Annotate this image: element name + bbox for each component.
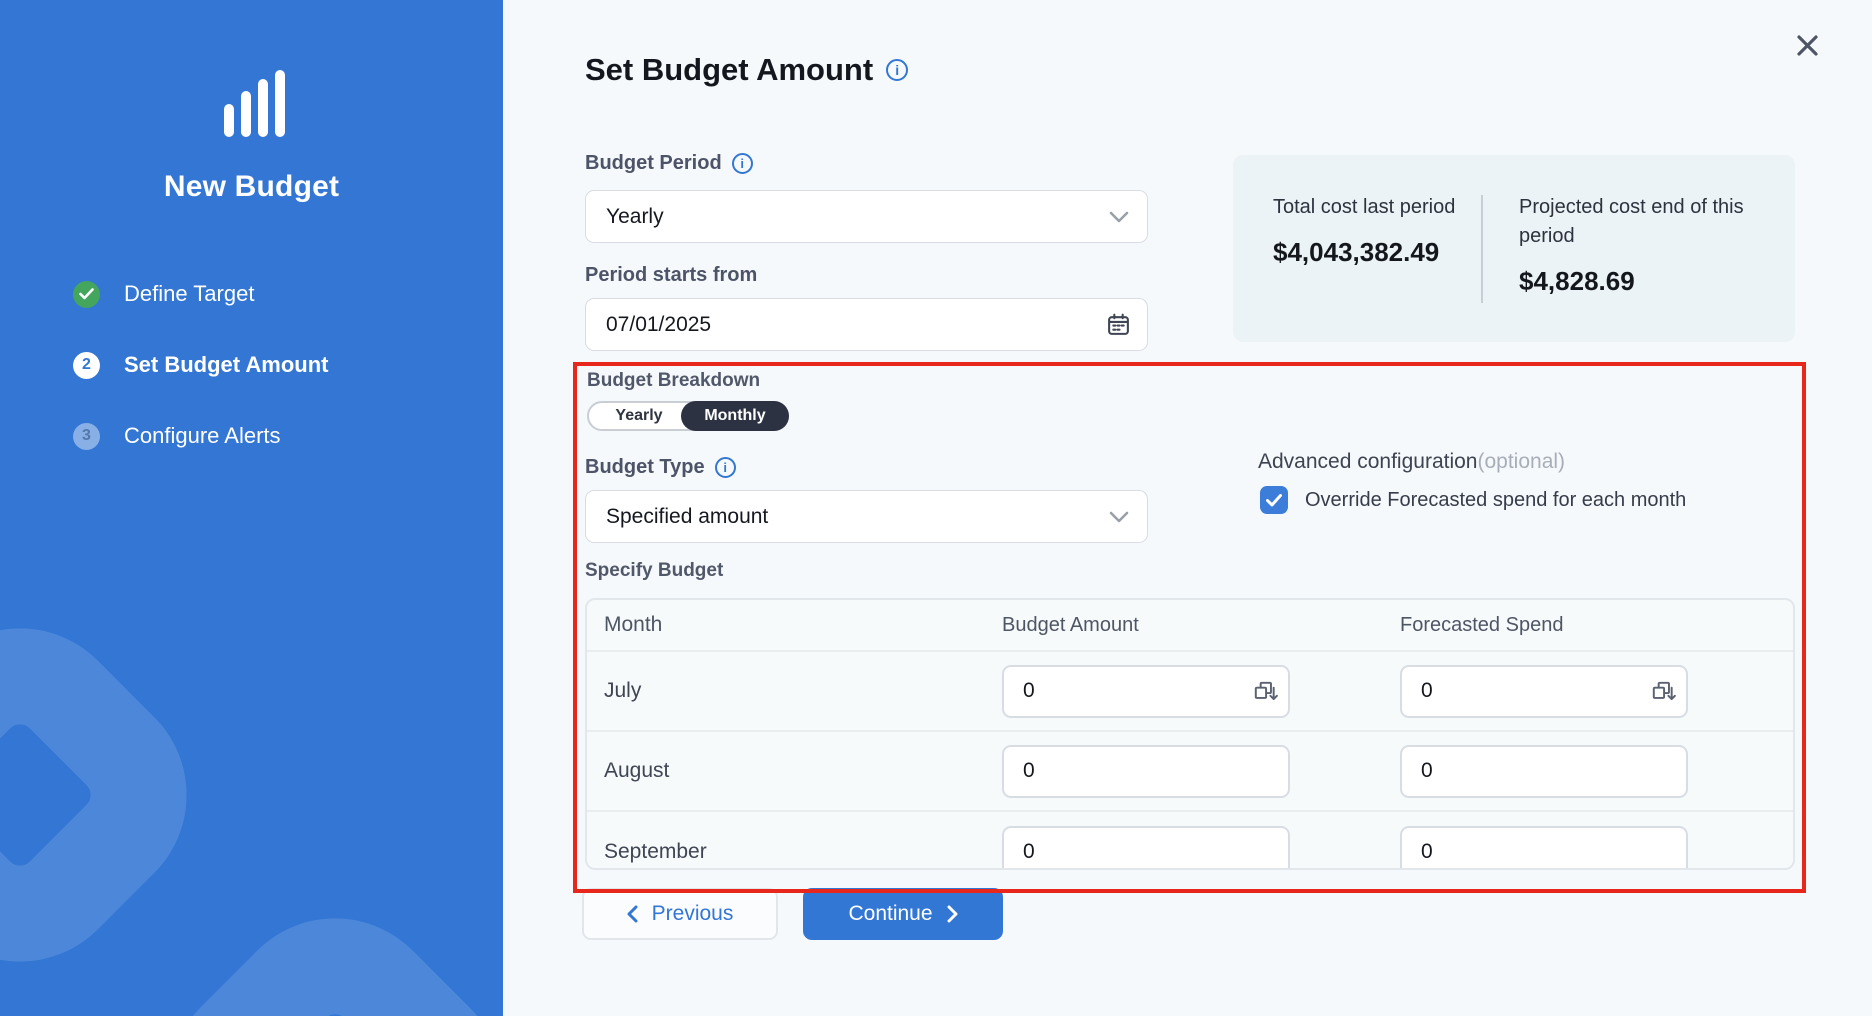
total-cost-block: Total cost last period $4,043,382.49 [1273,193,1461,342]
budget-period-label: Budget Period i [585,152,753,175]
projected-cost-label: Projected cost end of this period [1519,193,1749,251]
previous-button[interactable]: Previous [582,888,778,940]
optional-hint: (optional) [1478,450,1566,473]
chevron-left-icon [627,905,638,923]
budget-type-value: Specified amount [606,505,768,529]
step-configure-alerts[interactable]: 3 Configure Alerts [73,423,329,449]
override-forecast-row: Override Forecasted spend for each month [1260,486,1686,514]
column-header-budget-amount: Budget Amount [1002,614,1400,637]
watermark-link-shape [0,583,232,1007]
override-forecast-checkbox[interactable] [1260,486,1288,514]
info-icon[interactable]: i [732,153,753,174]
override-forecast-label: Override Forecasted spend for each month [1305,489,1686,512]
continue-button[interactable]: Continue [803,888,1003,940]
toggle-option-monthly[interactable]: Monthly [681,401,789,431]
budget-period-value: Yearly [606,205,664,229]
step-number-badge: 2 [73,352,100,379]
cost-summary-card: Total cost last period $4,043,382.49 Pro… [1233,155,1795,342]
month-cell: August [587,759,1002,783]
chevron-right-icon [947,905,958,923]
advanced-config-title: Advanced configuration(optional) [1258,450,1565,474]
check-icon [1266,494,1282,507]
watermark-link-shape [123,873,503,1016]
forecasted-spend-input[interactable] [1400,745,1688,798]
period-start-date-input[interactable]: 07/01/2025 [585,298,1148,351]
step-list: Define Target 2 Set Budget Amount 3 Conf… [73,281,329,494]
step-define-target[interactable]: Define Target [73,281,329,307]
projected-cost-block: Projected cost end of this period $4,828… [1519,193,1749,342]
budget-amount-input[interactable] [1002,665,1290,718]
forecasted-spend-input[interactable] [1400,826,1688,871]
wizard-title: New Budget [0,170,503,204]
divider [1481,195,1483,303]
info-icon[interactable]: i [715,457,736,478]
step-label: Configure Alerts [124,423,281,449]
page-title-text: Set Budget Amount [585,52,873,88]
column-header-month: Month [587,613,1002,637]
forecasted-spend-input[interactable] [1400,665,1688,718]
table-row: August [587,732,1793,812]
page-title: Set Budget Amount i [585,52,908,88]
budget-breakdown-label: Budget Breakdown [587,370,760,392]
breakdown-toggle: Yearly Monthly [587,401,789,431]
monthly-budget-table: Month Budget Amount Forecasted Spend Jul… [585,598,1795,870]
chevron-down-icon [1109,511,1129,523]
close-button[interactable] [1784,22,1830,68]
chevron-down-icon [1109,211,1129,223]
step-number-badge: 3 [73,423,100,450]
copy-down-icon[interactable] [1650,679,1676,705]
month-cell: September [587,840,1002,864]
close-icon [1794,32,1821,59]
period-start-date-value: 07/01/2025 [606,313,711,337]
check-circle-icon [73,281,100,308]
info-icon[interactable]: i [886,59,908,81]
budget-amount-input[interactable] [1002,745,1290,798]
step-label: Define Target [124,281,254,307]
calendar-icon [1106,312,1131,337]
step-label: Set Budget Amount [124,352,329,378]
budget-type-label: Budget Type i [585,456,736,479]
new-budget-dialog: New Budget Define Target 2 Set Budget Am… [0,0,1872,1016]
month-cell: July [587,679,1002,703]
total-cost-label: Total cost last period [1273,193,1461,222]
copy-down-icon[interactable] [1252,679,1278,705]
budget-amount-input[interactable] [1002,826,1290,871]
projected-cost-value: $4,828.69 [1519,266,1749,297]
budget-period-select[interactable]: Yearly [585,190,1148,243]
period-starts-label: Period starts from [585,264,757,287]
table-header: Month Budget Amount Forecasted Spend [587,600,1793,652]
toggle-option-yearly[interactable]: Yearly [589,403,689,429]
table-row: September [587,812,1793,870]
table-row: July [587,652,1793,732]
specify-budget-label: Specify Budget [585,560,723,582]
total-cost-value: $4,043,382.49 [1273,237,1461,268]
step-set-budget-amount[interactable]: 2 Set Budget Amount [73,352,329,378]
column-header-forecasted-spend: Forecasted Spend [1400,614,1793,637]
bar-chart-icon [224,70,285,137]
sidebar: New Budget Define Target 2 Set Budget Am… [0,0,503,1016]
budget-type-select[interactable]: Specified amount [585,490,1148,543]
